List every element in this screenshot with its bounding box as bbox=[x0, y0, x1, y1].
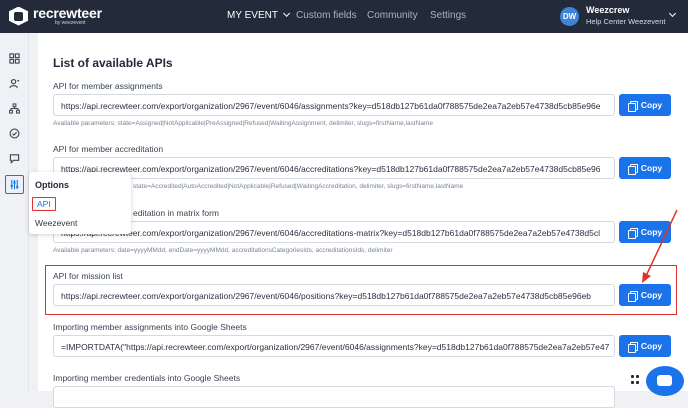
api-label-sheets-assignments: Importing member assignments into Google… bbox=[53, 322, 247, 332]
brand-logo[interactable]: recrewteer by weezevent bbox=[9, 6, 102, 26]
copy-icon bbox=[627, 290, 638, 302]
check-circle-icon[interactable] bbox=[8, 127, 21, 140]
copy-button-label: Copy bbox=[640, 290, 663, 300]
nav-my-event[interactable]: MY EVENT bbox=[227, 9, 291, 21]
sidebar bbox=[0, 33, 29, 391]
options-popover: Options API Weezevent bbox=[29, 172, 131, 234]
copy-button-label: Copy bbox=[640, 341, 663, 351]
members-icon[interactable] bbox=[8, 77, 21, 90]
avatar: DW bbox=[560, 6, 579, 26]
api-url-sheets-credentials[interactable] bbox=[53, 386, 615, 408]
api-label-assignments: API for member assignments bbox=[53, 81, 163, 91]
api-params-accreditation: state=Accredited|AutoAccredited|NotAppli… bbox=[133, 183, 464, 190]
apps-grid-icon[interactable] bbox=[631, 375, 641, 385]
main-panel: List of available APIs API for member as… bbox=[38, 33, 688, 408]
copy-button[interactable]: Copy bbox=[619, 221, 671, 243]
api-params-accreditation-matrix: Available parameters: date=yyyyMMdd, end… bbox=[53, 247, 393, 254]
copy-icon bbox=[627, 341, 638, 353]
copy-icon bbox=[627, 100, 638, 112]
chat-icon[interactable] bbox=[8, 152, 21, 165]
popover-title: Options bbox=[35, 180, 69, 190]
logo-icon bbox=[9, 6, 28, 26]
copy-button[interactable]: Copy bbox=[619, 94, 671, 116]
api-url-mission-list[interactable]: https://api.recrewteer.com/export/organi… bbox=[53, 284, 615, 306]
popover-item-api[interactable]: API bbox=[32, 197, 56, 211]
copy-button-label: Copy bbox=[640, 163, 663, 173]
chevron-down-icon bbox=[283, 9, 291, 17]
copy-button-label: Copy bbox=[640, 227, 663, 237]
api-label-sheets-credentials: Importing member credentials into Google… bbox=[53, 373, 241, 383]
copy-button-mission-list[interactable]: Copy bbox=[619, 284, 671, 306]
api-url-assignments[interactable]: https://api.recrewteer.com/export/organi… bbox=[53, 94, 615, 116]
nav-settings[interactable]: Settings bbox=[430, 10, 466, 21]
copy-button-label: Copy bbox=[640, 100, 663, 110]
chat-widget-icon[interactable] bbox=[646, 366, 684, 396]
api-url-accreditation[interactable]: https://api.recrewteer.com/export/organi… bbox=[53, 157, 615, 179]
api-label-accreditation: API for member accreditation bbox=[53, 144, 164, 154]
copy-icon bbox=[627, 227, 638, 239]
api-label-accreditation-matrix: editation in matrix form bbox=[133, 208, 219, 218]
chevron-down-icon bbox=[668, 9, 677, 18]
organization-icon[interactable] bbox=[8, 102, 21, 115]
user-org: Help Center Weezevent bbox=[586, 17, 666, 26]
settings-sliders-icon[interactable] bbox=[5, 175, 24, 194]
top-bar: recrewteer by weezevent MY EVENT Custom … bbox=[0, 0, 688, 33]
copy-icon bbox=[627, 163, 638, 175]
nav-custom-fields[interactable]: Custom fields bbox=[296, 10, 357, 21]
user-name: Weezcrew bbox=[586, 5, 630, 15]
page-title: List of available APIs bbox=[53, 56, 173, 70]
dashboard-icon[interactable] bbox=[8, 52, 21, 65]
popover-item-weezevent[interactable]: Weezevent bbox=[35, 218, 77, 228]
nav-my-event-label: MY EVENT bbox=[227, 10, 278, 21]
copy-button[interactable]: Copy bbox=[619, 157, 671, 179]
api-params-assignments: Available parameters: state=Assigned|Not… bbox=[53, 120, 433, 127]
api-url-accreditation-matrix[interactable]: https://api.recrewteer.com/export/organi… bbox=[53, 221, 615, 243]
user-menu[interactable]: DW Weezcrew Help Center Weezevent bbox=[560, 5, 677, 27]
nav-community[interactable]: Community bbox=[367, 10, 418, 21]
api-url-sheets-assignments[interactable]: =IMPORTDATA("https://api.recrewteer.com/… bbox=[53, 335, 615, 357]
api-label-mission-list: API for mission list bbox=[53, 271, 123, 281]
copy-button[interactable]: Copy bbox=[619, 335, 671, 357]
brand-name: recrewteer bbox=[33, 5, 102, 21]
